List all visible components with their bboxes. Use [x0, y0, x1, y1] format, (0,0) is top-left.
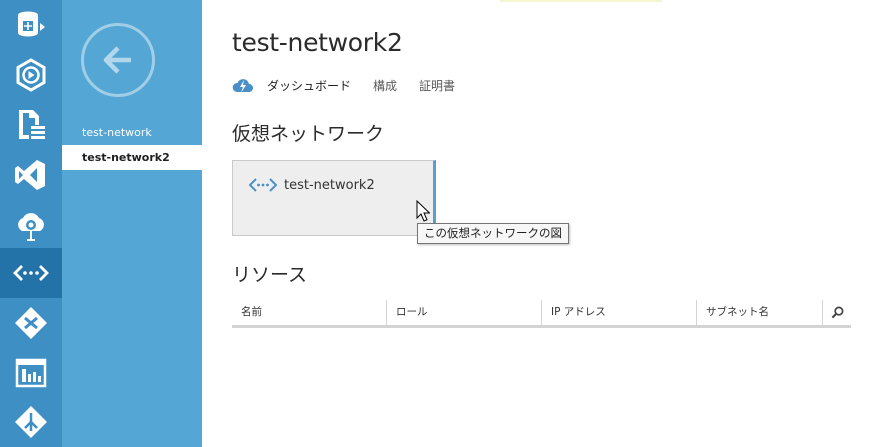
mouse-cursor-icon: [416, 200, 430, 222]
nav-service-bus[interactable]: [0, 397, 62, 447]
tab-dashboard[interactable]: ダッシュボード: [267, 77, 351, 94]
column-header-subnet-name[interactable]: サブネット名: [697, 300, 823, 325]
nav-sql-database[interactable]: [0, 0, 62, 50]
nav-management-services[interactable]: [0, 348, 62, 398]
search-icon: [831, 306, 843, 319]
back-button[interactable]: [81, 23, 155, 97]
service-nav-rail: [0, 0, 62, 447]
column-header-ip-address[interactable]: IP アドレス: [542, 300, 697, 325]
cloud-lightning-icon: [232, 79, 253, 93]
nav-traffic-manager[interactable]: [0, 298, 62, 348]
nav-virtual-network[interactable]: [0, 248, 62, 298]
tile-tooltip: この仮想ネットワークの図: [417, 223, 569, 244]
tile-label: test-network2: [284, 178, 375, 193]
nav-visual-studio[interactable]: [0, 150, 62, 200]
virtual-network-diagram-tile[interactable]: test-network2: [232, 160, 436, 236]
back-arrow-icon: [103, 46, 131, 74]
nav-storage[interactable]: [0, 100, 62, 150]
resources-table-header: 名前 ロール IP アドレス サブネット名: [232, 300, 851, 328]
media-services-icon: [16, 58, 46, 92]
subnav-item-test-network2[interactable]: test-network2: [62, 145, 202, 170]
top-highlight-strip: [500, 0, 662, 2]
table-search-button[interactable]: [823, 300, 851, 325]
nav-hdinsight[interactable]: [0, 200, 62, 250]
virtual-network-icon: [13, 265, 49, 281]
hdinsight-icon: [18, 213, 44, 241]
management-services-icon: [15, 358, 47, 388]
virtual-network-section-title: 仮想ネットワーク: [232, 123, 385, 145]
tab-bar: ダッシュボード 構成 証明書: [232, 74, 477, 96]
virtual-network-icon: [249, 178, 277, 192]
tab-certificates[interactable]: 証明書: [419, 77, 455, 94]
traffic-manager-icon: [15, 307, 47, 339]
visual-studio-icon: [15, 160, 45, 190]
subnav-item-test-network[interactable]: test-network: [62, 120, 202, 145]
tab-configure[interactable]: 構成: [373, 77, 397, 94]
service-bus-icon: [15, 406, 47, 438]
sql-database-icon: [18, 11, 45, 37]
column-header-role[interactable]: ロール: [387, 300, 542, 325]
resources-section-title: リソース: [232, 264, 308, 286]
column-header-name[interactable]: 名前: [232, 300, 387, 325]
network-list-panel: test-network test-network2: [62, 0, 202, 447]
storage-icon: [19, 110, 45, 139]
nav-media-services[interactable]: [0, 50, 62, 100]
page-title: test-network2: [232, 28, 403, 57]
